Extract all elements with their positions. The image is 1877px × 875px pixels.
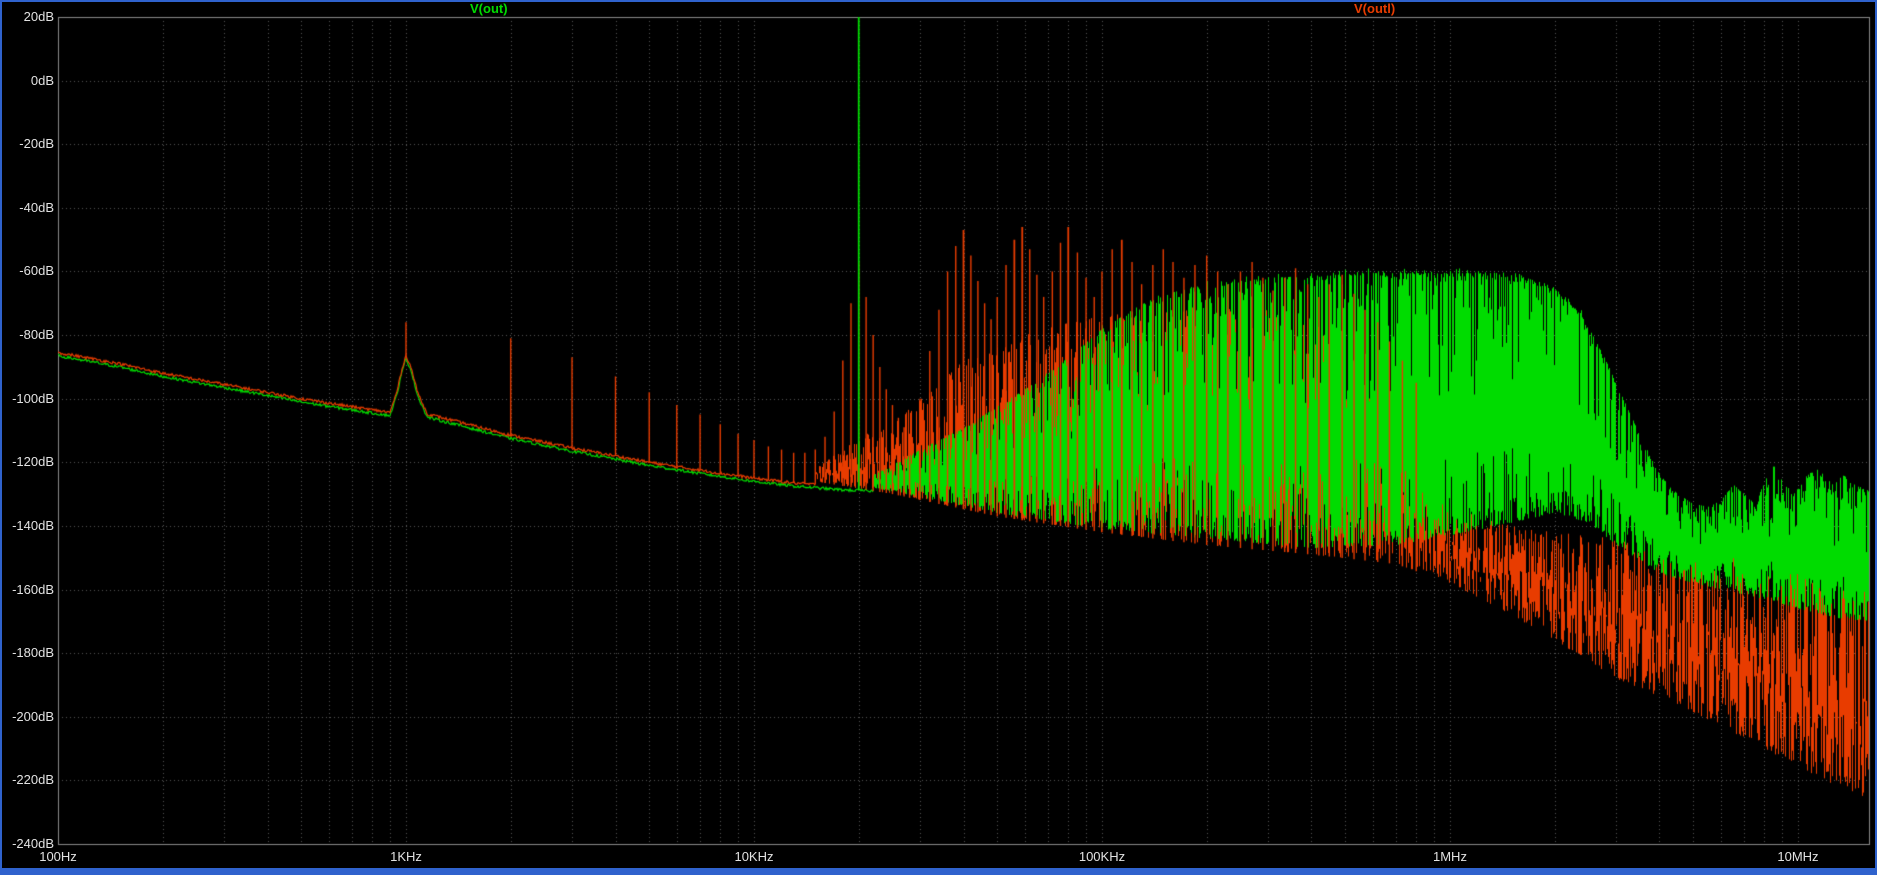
- y-tick-label: 0dB: [30, 72, 54, 88]
- y-tick-label: -120dB: [12, 454, 54, 470]
- trace-legend: V(out) V(outl): [0, 0, 1877, 18]
- y-tick-label: -100dB: [12, 390, 54, 406]
- y-tick-label: -40dB: [19, 199, 54, 215]
- y-tick-label: -200dB: [12, 708, 54, 724]
- y-axis-labels: 20dB 0dB -20dB -40dB -60dB -80dB -100dB -120dB -…: [0, 0, 60, 875]
- y-tick-label: -220dB: [12, 772, 54, 788]
- y-tick-label: -20dB: [19, 136, 54, 152]
- y-tick-label: -80dB: [19, 327, 54, 343]
- trace-label-voutl[interactable]: V(outl): [1354, 1, 1395, 16]
- y-tick-label: -140dB: [12, 517, 54, 533]
- x-tick-label: 100KHz: [1078, 849, 1126, 864]
- fft-plot-canvas[interactable]: [0, 0, 1877, 875]
- x-tick-label: 100Hz: [39, 849, 77, 864]
- y-tick-label: -60dB: [19, 263, 54, 279]
- x-axis-labels: 100Hz 1KHz 10KHz 100KHz 1MHz 10MHz: [0, 849, 1877, 865]
- x-tick-label: 1MHz: [1432, 849, 1467, 864]
- trace-label-vout[interactable]: V(out): [470, 1, 508, 16]
- window-bottom-edge: [0, 868, 1877, 875]
- x-tick-label: 10KHz: [734, 849, 774, 864]
- y-tick-label: -160dB: [12, 581, 54, 597]
- x-tick-label: 10MHz: [1777, 849, 1819, 864]
- x-tick-label: 1KHz: [390, 849, 422, 864]
- y-tick-label: -180dB: [12, 645, 54, 661]
